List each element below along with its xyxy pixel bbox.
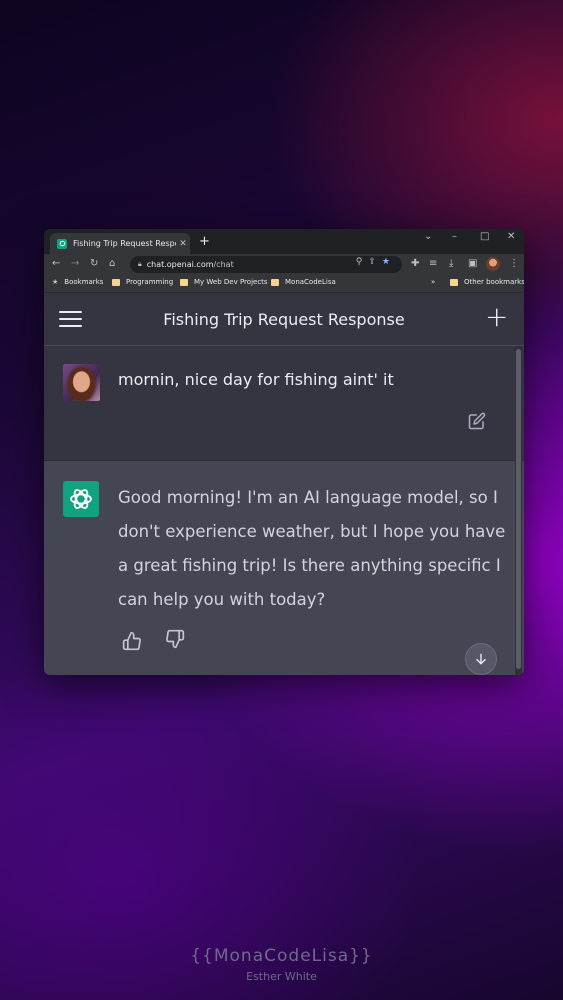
watermark-author: Esther White [246, 970, 317, 983]
chat-title: Fishing Trip Request Response [163, 310, 405, 329]
thumbs-down-icon[interactable] [165, 629, 185, 649]
tab-active[interactable]: Fishing Trip Request Response ✕ [50, 233, 190, 254]
extensions-icon[interactable]: ✚ [411, 257, 419, 271]
new-tab-button[interactable]: + [199, 234, 210, 249]
tab-strip: Fishing Trip Request Response ✕ + ⌄ – □ … [44, 229, 524, 254]
reload-icon[interactable]: ↻ [90, 257, 98, 271]
bookmark-monacodelisa[interactable]: MonaCodeLisa [271, 278, 336, 286]
profile-avatar[interactable] [486, 257, 500, 271]
browser-toolbar: ← → ↻ ⌂ 🔒︎ chat.openai.com/chat ⚲⇪★ ✚ ≡ … [44, 254, 524, 275]
browser-window: Fishing Trip Request Response ✕ + ⌄ – □ … [44, 229, 524, 675]
side-panel-icon[interactable]: ▣ [468, 257, 477, 271]
zoom-icon[interactable]: ⚲ [356, 257, 369, 267]
url-path: /chat [213, 260, 234, 269]
folder-icon [450, 278, 458, 286]
user-avatar [63, 364, 100, 401]
bookmark-star-icon[interactable]: ★ [382, 257, 396, 267]
bookmark-label: My Web Dev Projects [194, 278, 268, 286]
thumbs-up-icon[interactable] [122, 631, 142, 651]
new-chat-button[interactable]: + [485, 302, 508, 332]
bookmark-label: MonaCodeLisa [285, 278, 336, 286]
user-message-text: mornin, nice day for fishing aint' it [118, 370, 394, 389]
arrow-down-icon [476, 653, 486, 665]
address-bar[interactable]: 🔒︎ chat.openai.com/chat ⚲⇪★ [130, 256, 402, 273]
reading-list-icon[interactable]: ≡ [429, 257, 437, 271]
user-message: mornin, nice day for fishing aint' it [44, 346, 524, 461]
tab-title: Fishing Trip Request Response [73, 239, 176, 248]
close-window-button[interactable]: ✕ [507, 231, 515, 242]
bookmark-programming[interactable]: Programming [112, 278, 173, 286]
folder-icon [180, 278, 188, 286]
bookmark-label: Bookmarks [64, 278, 104, 286]
chat-header: Fishing Trip Request Response + [44, 293, 524, 346]
forward-icon[interactable]: → [71, 257, 79, 271]
address-bar-actions: ⚲⇪★ [356, 257, 396, 267]
bookmark-other[interactable]: Other bookmarks [450, 278, 524, 286]
download-icon[interactable]: ⤓ [449, 257, 453, 271]
folder-icon [271, 278, 279, 286]
back-icon[interactable]: ← [52, 257, 60, 271]
tab-search-icon[interactable]: ⌄ [424, 231, 432, 242]
chatgpt-logo-icon [63, 481, 99, 517]
openai-favicon-icon [57, 238, 67, 249]
assistant-message: Good morning! I'm an AI language model, … [44, 461, 524, 675]
star-icon: ★ [52, 278, 59, 286]
watermark-brand: {{MonaCodeLisa}} [190, 946, 373, 966]
scrollbar-thumb[interactable] [516, 349, 521, 669]
bookmark-web-dev-projects[interactable]: My Web Dev Projects [180, 278, 268, 286]
minimize-button[interactable]: – [452, 231, 457, 242]
scrollbar[interactable] [515, 346, 522, 675]
assistant-message-text: Good morning! I'm an AI language model, … [118, 488, 506, 609]
bookmarks-overflow-icon[interactable]: » [431, 278, 435, 286]
bookmark-bookmarks[interactable]: ★ Bookmarks [52, 278, 103, 286]
url-host: chat.openai.com [146, 260, 214, 269]
home-icon[interactable]: ⌂ [109, 257, 115, 271]
lock-icon: 🔒︎ [138, 260, 142, 268]
bookmarks-bar: ★ Bookmarks Programming My Web Dev Projec… [44, 275, 524, 293]
menu-kebab-icon[interactable]: ⋮ [509, 257, 519, 271]
share-icon[interactable]: ⇪ [368, 257, 382, 267]
folder-icon [112, 278, 120, 286]
bookmark-label: Programming [126, 278, 174, 286]
tab-close-icon[interactable]: ✕ [176, 239, 190, 249]
maximize-button[interactable]: □ [480, 231, 489, 242]
edit-icon[interactable] [468, 412, 486, 430]
bookmark-label: Other bookmarks [464, 278, 524, 286]
scroll-to-bottom-button[interactable] [465, 643, 497, 675]
